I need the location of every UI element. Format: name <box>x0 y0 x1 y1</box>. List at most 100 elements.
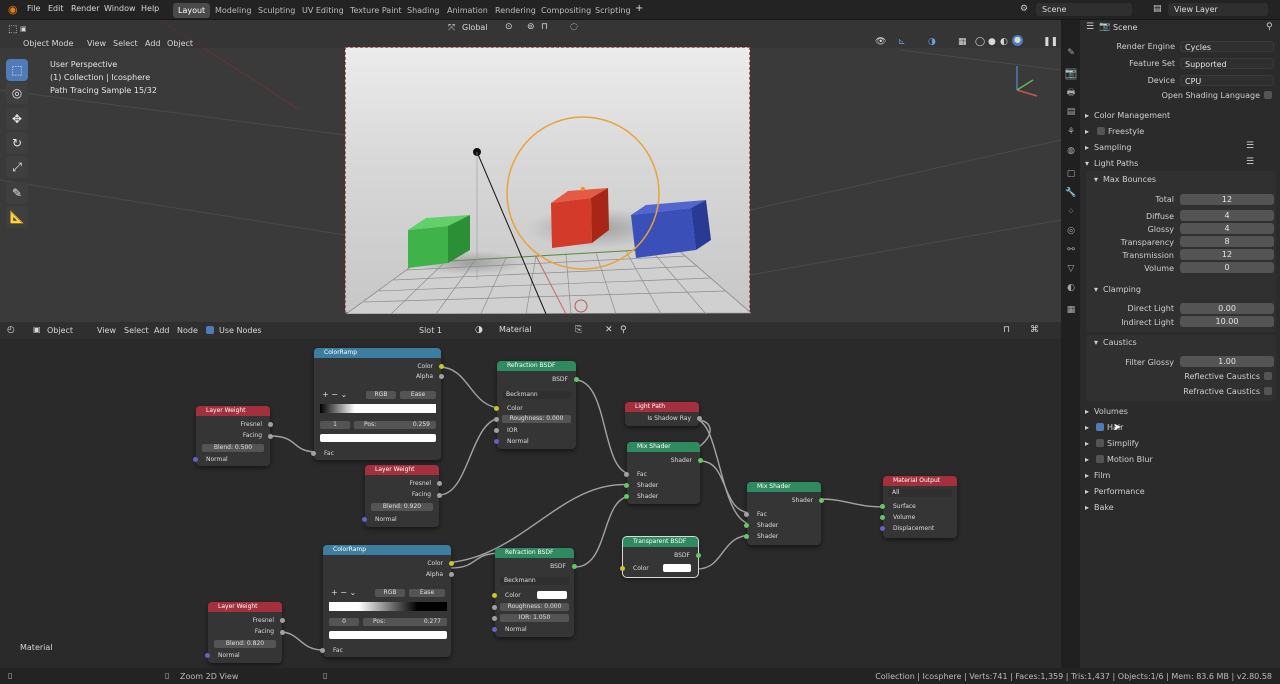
ramp-mode-dropdown[interactable]: RGB <box>375 589 405 597</box>
cursor-tool-icon[interactable]: ◎ <box>6 82 28 104</box>
socket[interactable] <box>193 457 198 462</box>
blend-field[interactable]: Blend: 0.820 <box>214 640 276 648</box>
socket[interactable] <box>698 458 703 463</box>
slot-dropdown[interactable]: Slot 1 <box>419 326 442 335</box>
color-swatch[interactable] <box>537 591 567 599</box>
hair-chevron-icon[interactable]: ▸ <box>1085 423 1089 432</box>
ramp-stop-index[interactable]: 0 <box>329 618 359 626</box>
tab-modeling[interactable]: Modeling <box>210 3 256 18</box>
object-mode-dropdown[interactable]: Object Mode <box>23 39 73 48</box>
node-menu-select[interactable]: Select <box>124 326 149 335</box>
socket[interactable] <box>744 512 749 517</box>
menu-edit[interactable]: Edit <box>48 4 64 13</box>
socket[interactable] <box>437 481 442 486</box>
node-menu-add[interactable]: Add <box>154 326 170 335</box>
socket[interactable] <box>439 364 444 369</box>
socket[interactable] <box>572 564 577 569</box>
pivot-icon[interactable]: ⊙ <box>505 22 513 32</box>
world-tab-icon[interactable]: ◍ <box>1065 145 1077 157</box>
annotate-tool-icon[interactable]: ✎ <box>6 182 28 204</box>
snap-icon[interactable]: ⊓ <box>1003 325 1010 335</box>
snap-icon[interactable]: ⊚ <box>527 22 535 32</box>
color-ramp-node-1[interactable]: ColorRamp Color Alpha + − ⌄ RGB Ease 1 P… <box>311 348 444 460</box>
freestyle-panel[interactable]: Freestyle <box>1108 127 1144 136</box>
material-shading-icon[interactable]: ◐ <box>1000 37 1008 47</box>
viewport-menu-select[interactable]: Select <box>113 39 138 48</box>
socket[interactable] <box>819 498 824 503</box>
socket[interactable] <box>492 593 497 598</box>
tab-uv-editing[interactable]: UV Editing <box>297 3 349 18</box>
physics-tab-icon[interactable]: ◎ <box>1065 225 1077 237</box>
distribution-dropdown[interactable]: Beckmann <box>502 391 571 399</box>
light-paths-chevron-icon[interactable]: ▾ <box>1085 159 1089 168</box>
modifier-tab-icon[interactable]: 🔧 <box>1065 187 1077 199</box>
socket[interactable] <box>492 616 497 621</box>
simplify-chevron-icon[interactable]: ▸ <box>1085 439 1089 448</box>
socket[interactable] <box>624 483 629 488</box>
max-bounces-chevron-icon[interactable]: ▾ <box>1094 175 1098 184</box>
ior-field[interactable]: IOR: 1.050 <box>500 614 569 622</box>
socket[interactable] <box>880 504 885 509</box>
view-layer-selector[interactable]: View Layer <box>1168 3 1268 16</box>
unlink-icon[interactable]: ✕ <box>605 325 613 335</box>
osl-checkbox[interactable] <box>1264 91 1272 99</box>
select-box-tool-icon[interactable]: ⬚ <box>6 59 28 81</box>
socket[interactable] <box>437 493 442 498</box>
measure-tool-icon[interactable]: 📐 <box>6 206 28 228</box>
rendered-shading-icon[interactable]: ● <box>1012 35 1023 46</box>
socket[interactable] <box>574 377 579 382</box>
tab-texture-paint[interactable]: Texture Paint <box>345 3 407 18</box>
indirect-light-field[interactable]: 10.00 <box>1180 316 1274 327</box>
volumes-chevron-icon[interactable]: ▸ <box>1085 407 1089 416</box>
film-chevron-icon[interactable]: ▸ <box>1085 471 1089 480</box>
clamping-header[interactable]: Clamping <box>1103 285 1141 294</box>
socket[interactable] <box>744 534 749 539</box>
3d-viewport[interactable]: ⬚ ▣ Object Mode View Select Add Object ⤧… <box>0 20 1061 324</box>
texture-tab-icon[interactable]: ▦ <box>1065 304 1077 316</box>
caustics-header[interactable]: Caustics <box>1103 338 1137 347</box>
scene-selector[interactable]: Scene <box>1036 3 1132 16</box>
socket[interactable] <box>697 416 702 421</box>
max-bounces-header[interactable]: Max Bounces <box>1103 175 1156 184</box>
socket[interactable] <box>268 422 273 427</box>
node-menu-view[interactable]: View <box>97 326 116 335</box>
performance-chevron-icon[interactable]: ▸ <box>1085 487 1089 496</box>
color-management-panel[interactable]: Color Management <box>1094 111 1170 120</box>
filter-glossy-field[interactable]: 1.00 <box>1180 356 1274 367</box>
color-ramp-node-2[interactable]: ColorRamp Color Alpha + − ⌄ RGB Ease 0 P… <box>320 545 454 657</box>
color-ramp-gradient[interactable] <box>329 602 447 611</box>
socket[interactable] <box>320 648 325 653</box>
scale-tool-icon[interactable]: ⤢ <box>6 156 28 178</box>
light-path-node[interactable]: Light Path Is Shadow Ray <box>625 402 702 426</box>
bounce-diffuse-field[interactable]: 4 <box>1180 210 1274 221</box>
bake-chevron-icon[interactable]: ▸ <box>1085 503 1089 512</box>
layer-weight-node-3[interactable]: Layer Weight Fresnel Facing Blend: 0.820… <box>205 602 285 663</box>
simplify-checkbox[interactable] <box>1096 439 1104 447</box>
solid-shading-icon[interactable]: ● <box>988 37 996 47</box>
viewport-menu-view[interactable]: View <box>87 39 106 48</box>
socket[interactable] <box>880 526 885 531</box>
wireframe-shading-icon[interactable]: ◯ <box>975 37 985 47</box>
layer-weight-node-2[interactable]: Layer Weight Fresnel Facing Blend: 0.920… <box>362 465 442 527</box>
tab-animation[interactable]: Animation <box>442 3 493 18</box>
bake-panel[interactable]: Bake <box>1094 503 1114 512</box>
ramp-interp-dropdown[interactable]: Ease <box>409 589 445 597</box>
refractive-caustics-checkbox[interactable] <box>1264 387 1272 395</box>
layer-weight-node-1[interactable]: Layer Weight Fresnel Facing Blend: 0.500… <box>193 406 273 466</box>
socket[interactable] <box>494 439 499 444</box>
node-menu-node[interactable]: Node <box>177 326 198 335</box>
ramp-mode-dropdown[interactable]: RGB <box>366 391 396 399</box>
socket[interactable] <box>492 627 497 632</box>
ramp-pos-field[interactable]: Pos: 0.277 <box>363 618 447 626</box>
blend-field[interactable]: Blend: 0.500 <box>202 444 264 452</box>
material-name-field[interactable]: Material <box>493 324 571 336</box>
socket[interactable] <box>494 417 499 422</box>
bounce-transparency-field[interactable]: 8 <box>1180 236 1274 247</box>
gizmo-icon[interactable]: ⊾ <box>898 37 906 47</box>
socket[interactable] <box>880 515 885 520</box>
backdrop-icon[interactable]: ⌘ <box>1030 325 1039 335</box>
color-management-chevron-icon[interactable]: ▸ <box>1085 111 1089 120</box>
feature-set-dropdown[interactable]: Supported <box>1180 58 1274 69</box>
socket[interactable] <box>449 572 454 577</box>
ramp-add-icon[interactable]: + − ⌄ <box>331 588 356 597</box>
